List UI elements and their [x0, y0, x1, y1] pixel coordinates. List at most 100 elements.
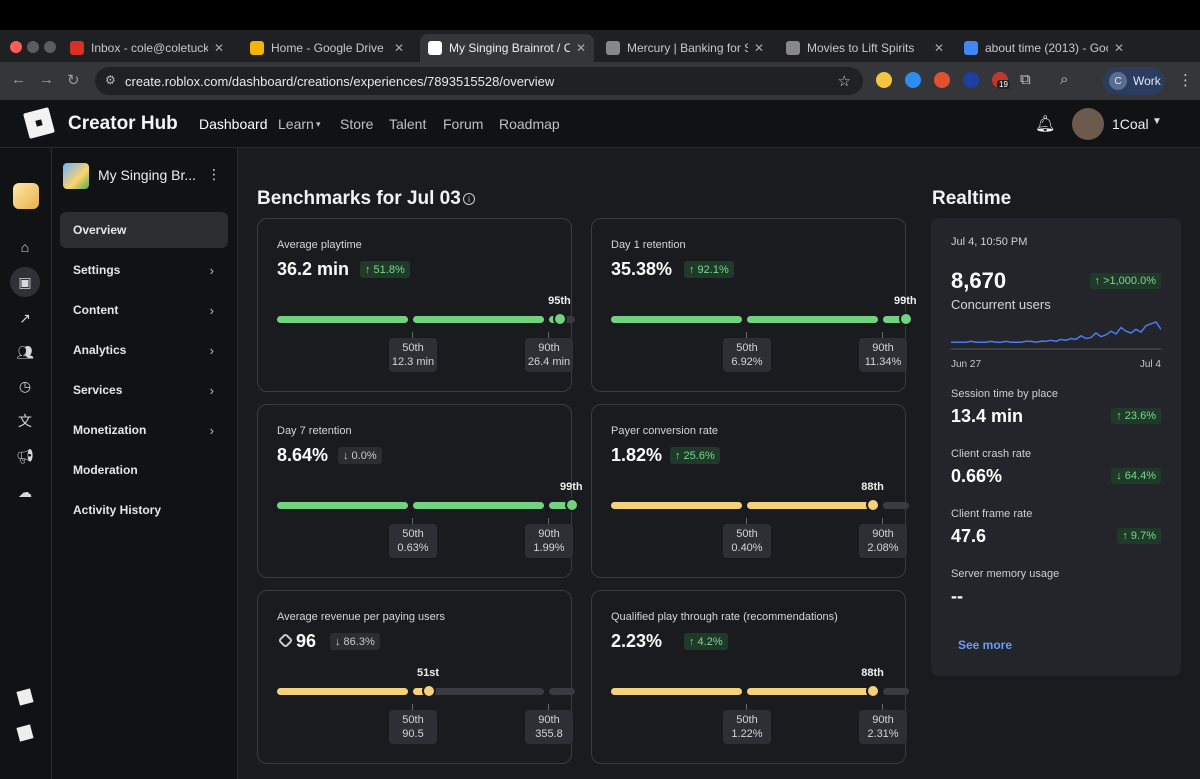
sidebar-item-label: Analytics [73, 343, 127, 357]
nav-dashboard[interactable]: Dashboard [199, 116, 268, 132]
zoom-window-button[interactable] [44, 41, 56, 53]
sidebar-item-moderation[interactable]: Moderation [60, 452, 228, 488]
p50-value: 0.63% [397, 542, 429, 554]
roblox-logo-icon[interactable] [23, 107, 55, 139]
more-options-icon[interactable]: ⋮ [207, 166, 221, 183]
profile-chip[interactable]: C Work [1103, 67, 1165, 95]
p90-chip: 90th 11.34% [859, 332, 907, 372]
badge-extension-icon[interactable]: 19 [992, 72, 1010, 89]
p50-label: 50th [736, 528, 758, 540]
browser-tab[interactable]: Mercury | Banking for Startu ✕ [598, 34, 772, 62]
nav-roadmap[interactable]: Roadmap [499, 116, 560, 132]
card-value: 35.38% [611, 259, 673, 279]
close-tab-icon[interactable]: ✕ [576, 41, 586, 55]
analytics-icon[interactable]: ↗ [14, 307, 36, 329]
p50-chip: 50th 12.3 min [389, 332, 437, 372]
browser-tab[interactable]: about time (2013) - Google ✕ [956, 34, 1132, 62]
info-icon[interactable]: i [463, 193, 475, 205]
sidebar-item-monetization[interactable]: Monetization › [60, 412, 228, 448]
card-title: Average playtime [277, 239, 362, 251]
nav-talent[interactable]: Talent [389, 116, 426, 132]
chevron-right-icon: › [209, 262, 214, 278]
browser-tab[interactable]: Movies to Lift Spirits ✕ [778, 34, 952, 62]
benchmark-card[interactable]: Payer conversion rate 1.82% ↑ 25.6% 88th 50t… [591, 404, 909, 578]
brand-title[interactable]: Creator Hub [68, 113, 178, 135]
forward-icon[interactable]: → [39, 71, 54, 88]
close-tab-icon[interactable]: ✕ [1114, 41, 1124, 55]
sidebar-item-label: Activity History [73, 503, 162, 517]
benchmark-card[interactable]: Average revenue per paying users 96 ↓ 86.3… [257, 590, 575, 764]
creations-icon[interactable]: ▣ [10, 267, 40, 297]
home-icon[interactable]: ⌂ [14, 236, 36, 258]
translate-icon[interactable]: 文 [14, 410, 36, 432]
close-tab-icon[interactable]: ✕ [934, 41, 944, 55]
benchmark-card[interactable]: Average playtime 36.2 min ↑ 51.8% 95th 50th 1… [257, 218, 575, 392]
p50-value: 12.3 min [391, 356, 435, 368]
bookmark-star-icon[interactable]: ☆ [838, 72, 851, 90]
circle-extension-icon[interactable] [963, 72, 979, 88]
puzzle-icon[interactable]: ⧉ [1020, 71, 1031, 88]
roblox-icon[interactable] [16, 724, 34, 742]
people-icon[interactable]: 👥︎ [14, 341, 36, 363]
url-text: create.roblox.com/dashboard/creations/ex… [125, 73, 555, 89]
see-more-link[interactable]: See more [958, 638, 1012, 652]
experience-thumbnail-icon[interactable] [13, 183, 39, 209]
card-value: 8.64% [277, 445, 329, 465]
nav-learn[interactable]: Learn [278, 116, 314, 132]
nav-store[interactable]: Store [340, 116, 373, 132]
url-field[interactable]: ⚙ create.roblox.com/dashboard/creations/… [95, 67, 863, 95]
learn-caret-icon[interactable]: ▾ [316, 119, 321, 130]
browser-tab[interactable]: Inbox - cole@coletucker.co ✕ [62, 34, 232, 62]
browser-tab[interactable]: Home - Google Drive ✕ [242, 34, 412, 62]
p90-value: 2.31% [867, 728, 899, 740]
fox-extension-icon[interactable] [934, 72, 950, 88]
sidebar-item-settings[interactable]: Settings › [60, 252, 228, 288]
p50-chip: 50th 1.22% [723, 704, 771, 744]
roblox-studio-icon[interactable] [16, 688, 34, 706]
browser-tab-strip: Inbox - cole@coletucker.co✕ Home - Google… [0, 30, 1200, 84]
back-icon[interactable]: ← [11, 71, 26, 88]
benchmark-card[interactable]: Day 7 retention 8.64% ↓ 0.0% 99th 50th 0.63% 9… [257, 404, 583, 578]
spark-start-label: Jun 27 [951, 359, 982, 370]
monetization-icon[interactable]: ◷ [14, 375, 36, 397]
site-info-icon[interactable]: ⚙ [105, 73, 116, 87]
chevron-right-icon: › [209, 302, 214, 318]
sidebar-item-overview[interactable]: Overview [60, 212, 228, 248]
tab-title: My Singing Brainrot / Overv [449, 41, 570, 55]
browser-menu-icon[interactable]: ⋮ [1178, 71, 1193, 89]
announce-icon[interactable]: 📢︎ [14, 445, 36, 467]
reload-icon[interactable]: ↻ [67, 71, 80, 89]
p90-value: 1.99% [533, 542, 565, 554]
cloud-icon[interactable]: ☁ [14, 481, 36, 503]
sidebar-item-services[interactable]: Services › [60, 372, 228, 408]
nav-forum[interactable]: Forum [443, 116, 483, 132]
p90-label: 90th [872, 714, 894, 726]
extension-icon[interactable] [905, 72, 921, 88]
card-value: 2.23% [611, 631, 663, 651]
sidebar-item-activity-history[interactable]: Activity History [60, 492, 228, 528]
user-menu-caret-icon[interactable]: ▼ [1152, 116, 1162, 127]
minimize-window-button[interactable] [27, 41, 39, 53]
p90-value: 26.4 min [527, 356, 571, 368]
benchmark-card[interactable]: Qualified play through rate (recommendat… [591, 590, 909, 764]
change-badge: ↓ 86.3% [330, 633, 380, 650]
avatar[interactable] [1072, 108, 1104, 140]
emoji-extension-icon[interactable] [876, 72, 892, 88]
sidebar-item-analytics[interactable]: Analytics › [60, 332, 228, 368]
close-tab-icon[interactable]: ✕ [754, 41, 764, 55]
close-tab-icon[interactable]: ✕ [394, 41, 404, 55]
benchmark-card[interactable]: Day 1 retention 35.38% ↑ 92.1% 99th 50th 6.92… [591, 218, 917, 392]
card-value: 36.2 min [277, 259, 350, 279]
close-window-button[interactable] [10, 41, 22, 53]
bell-icon[interactable]: 🔔︎ [1035, 114, 1055, 134]
experience-name[interactable]: My Singing Br... [98, 167, 196, 183]
username[interactable]: 1Coal [1112, 116, 1149, 132]
close-tab-icon[interactable]: ✕ [214, 41, 224, 55]
sidebar-item-content[interactable]: Content › [60, 292, 228, 328]
tab-search-icon[interactable]: ⌕ [1060, 71, 1068, 88]
browser-tab[interactable]: My Singing Brainrot / Overv ✕ [420, 34, 594, 62]
metric-label: Client crash rate [951, 448, 1032, 460]
roblox-icon [428, 41, 442, 55]
p90-value: 355.8 [535, 728, 563, 740]
p90-label: 90th [538, 714, 560, 726]
